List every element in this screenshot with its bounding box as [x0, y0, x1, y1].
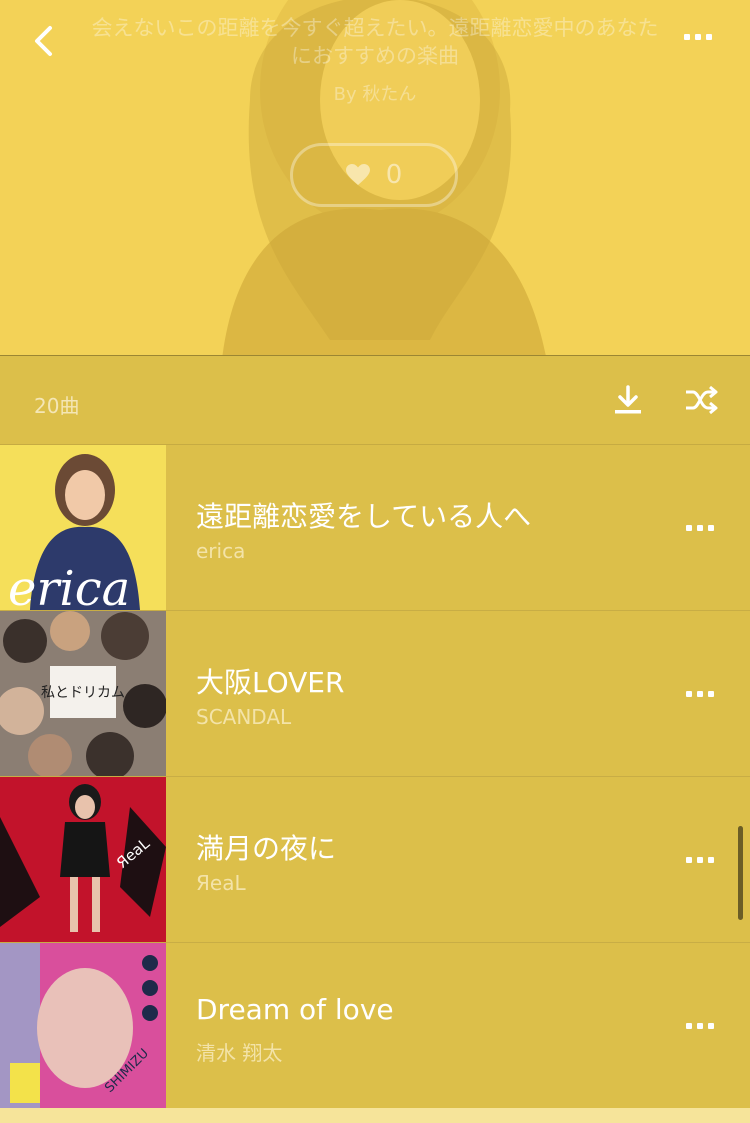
back-chevron-icon[interactable]	[28, 24, 62, 58]
track-row[interactable]: ЯeaL 満月の夜に ЯeaL	[0, 777, 750, 943]
more-dots-icon[interactable]	[686, 691, 716, 699]
track-title: 満月の夜に	[196, 832, 337, 865]
track-row[interactable]: 私とドリカム 大阪LOVER SCANDAL	[0, 611, 750, 777]
scrollbar[interactable]	[738, 826, 743, 920]
shuffle-icon[interactable]	[684, 384, 718, 416]
more-dots-icon[interactable]	[686, 857, 716, 865]
track-artist: erica	[196, 539, 246, 563]
track-title: 大阪LOVER	[196, 666, 345, 699]
svg-text:erica: erica	[8, 561, 130, 610]
album-art: ЯeaL	[0, 777, 166, 942]
track-title: Dream of love	[196, 993, 394, 1026]
track-count: 20曲	[34, 394, 80, 418]
playlist-toolbar: 20曲	[0, 355, 750, 445]
more-dots-icon[interactable]	[686, 1023, 716, 1031]
track-artist: SCANDAL	[196, 705, 292, 729]
svg-text:私とドリカム: 私とドリカム	[41, 685, 125, 701]
album-art: erica	[0, 445, 166, 610]
like-count: 0	[385, 160, 403, 190]
track-title: 遠距離恋愛をしている人へ	[196, 500, 532, 533]
download-icon[interactable]	[612, 384, 644, 416]
more-dots-icon[interactable]	[684, 34, 718, 48]
track-row[interactable]: SHIMIZU Dream of love 清水 翔太	[0, 943, 750, 1109]
track-artist: 清水 翔太	[196, 1041, 283, 1065]
playlist-header: 会えないこの距離を今すぐ超えたい。遠距離恋愛中のあなた におすすめの楽曲 By …	[0, 0, 750, 355]
playlist-description-line1: 会えないこの距離を今すぐ超えたい。遠距離恋愛中のあなた	[91, 16, 659, 40]
track-artist: ЯeaL	[196, 871, 246, 895]
more-dots-icon[interactable]	[686, 525, 716, 533]
album-art: SHIMIZU	[0, 943, 166, 1108]
like-button[interactable]: 0	[290, 143, 458, 207]
playlist-description-line2: におすすめの楽曲	[291, 44, 459, 68]
album-art: 私とドリカム	[0, 611, 166, 776]
bottom-edge	[0, 1108, 750, 1123]
track-row[interactable]: erica 遠距離恋愛をしている人へ erica	[0, 445, 750, 611]
playlist-author: By 秋たん	[333, 84, 417, 105]
heart-icon	[345, 164, 370, 185]
